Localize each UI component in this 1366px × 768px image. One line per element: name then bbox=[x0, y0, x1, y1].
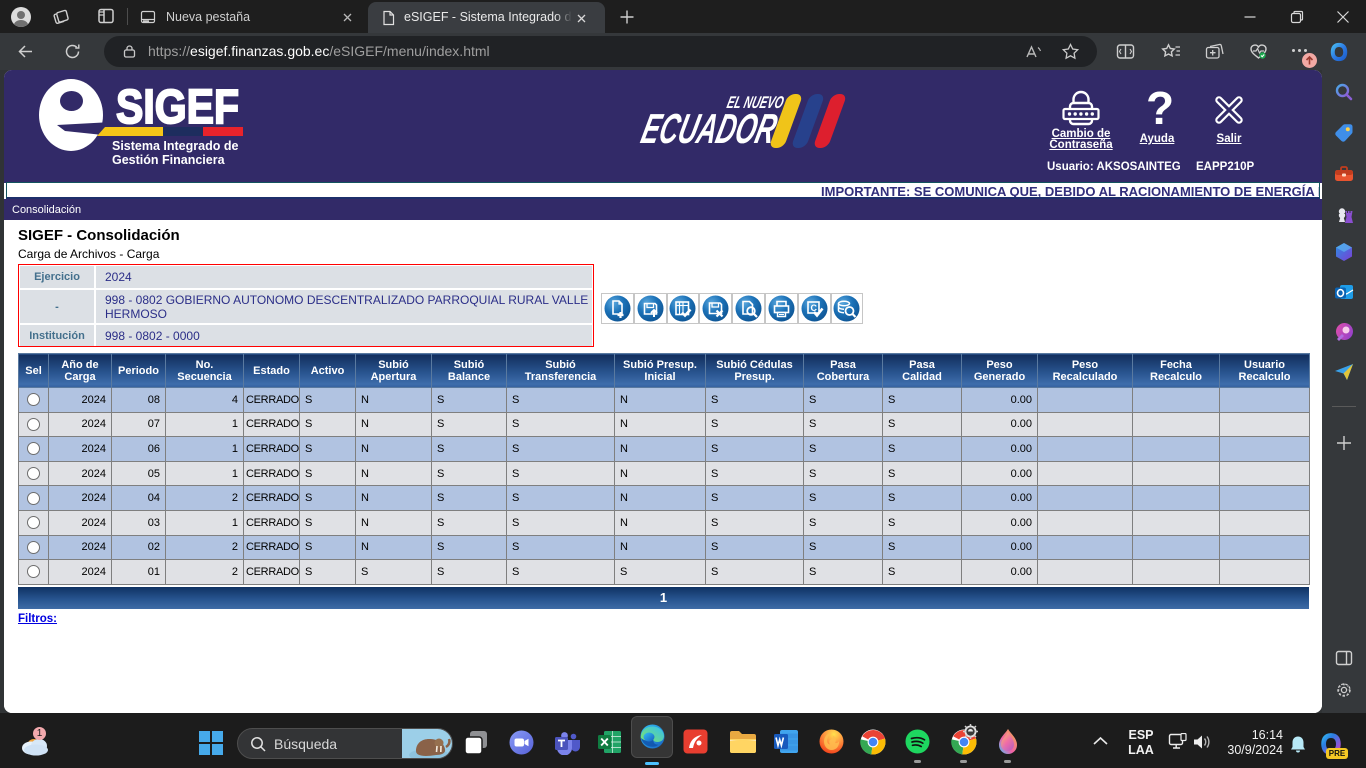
svg-text:Sistema Integrado de: Sistema Integrado de bbox=[112, 139, 238, 153]
svg-text:SIGEF: SIGEF bbox=[116, 81, 239, 134]
svg-text:ECUADOR: ECUADOR bbox=[637, 106, 782, 150]
svg-text:Gestión Financiera: Gestión Financiera bbox=[112, 153, 226, 167]
svg-text:C: C bbox=[810, 303, 817, 313]
